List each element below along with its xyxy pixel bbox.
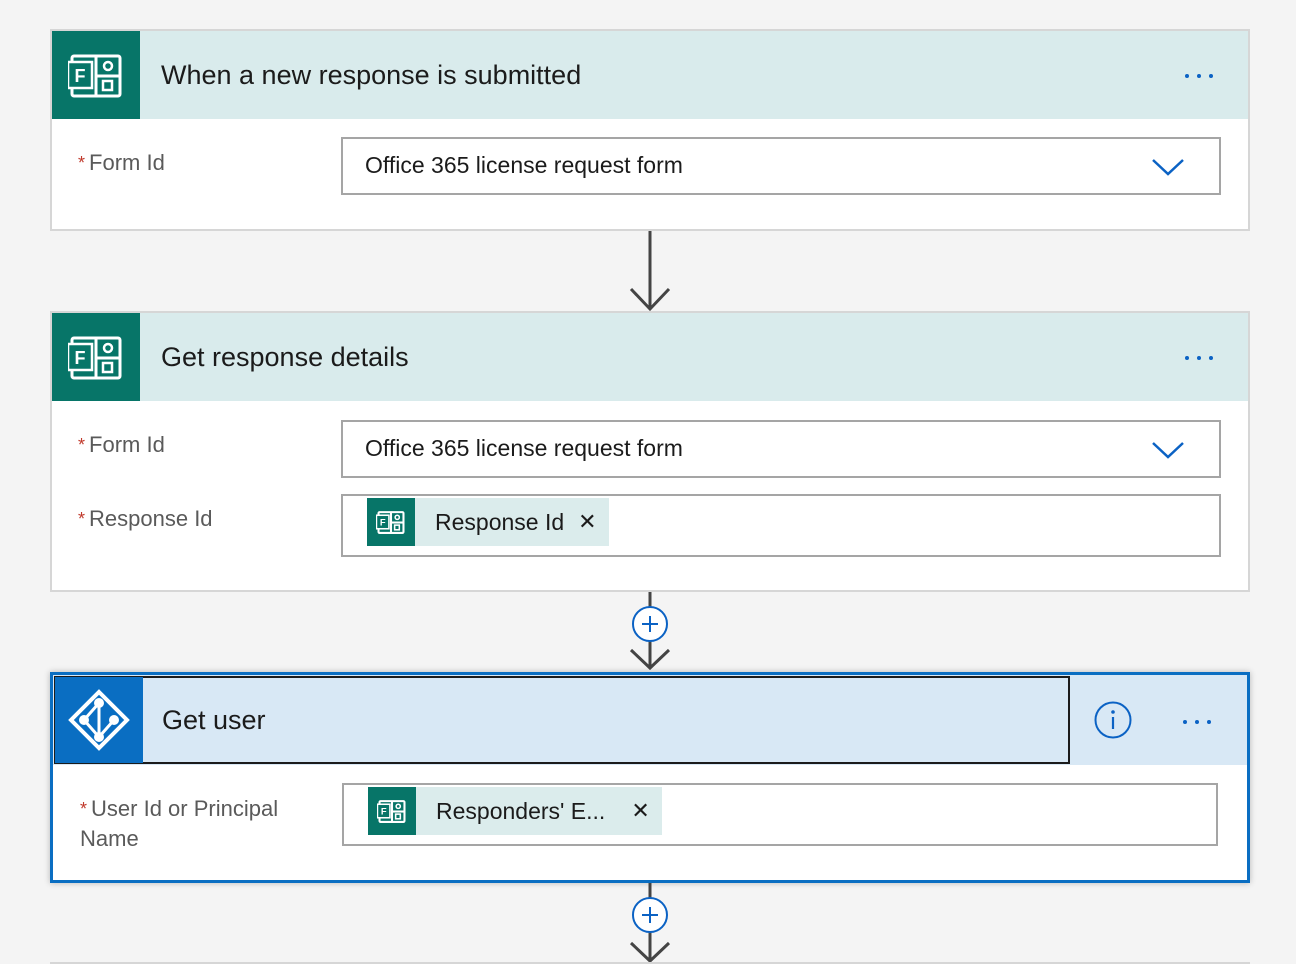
svg-text:F: F: [75, 66, 86, 86]
form-id-label: * Form Id: [78, 430, 165, 460]
token-label: Response Id: [435, 508, 565, 535]
microsoft-forms-icon: F: [52, 31, 140, 119]
dropdown-value: Office 365 license request form: [365, 435, 683, 461]
microsoft-forms-icon: F: [368, 787, 416, 835]
remove-token-icon[interactable]: ✕: [578, 509, 596, 535]
required-marker: *: [80, 799, 88, 819]
dynamic-content-token[interactable]: F Responders' E... ✕: [368, 787, 662, 835]
action-card-get-response-details[interactable]: F Get response details * Form Id Office 3…: [50, 311, 1250, 592]
token-label: Responders' E...: [436, 797, 606, 824]
step-title[interactable]: When a new response is submitted: [161, 60, 581, 91]
add-step-icon[interactable]: [632, 606, 668, 642]
form-id-label: * Form Id: [78, 148, 165, 178]
trigger-card-new-response[interactable]: F When a new response is submitted * Form…: [50, 29, 1250, 231]
arrow-down-icon: [629, 231, 671, 312]
form-id-dropdown[interactable]: Office 365 license request form: [341, 420, 1221, 478]
more-options-icon[interactable]: [1185, 74, 1213, 78]
required-marker: *: [78, 153, 86, 173]
info-icon[interactable]: [1094, 701, 1132, 739]
required-marker: *: [78, 435, 86, 455]
remove-token-icon[interactable]: ✕: [631, 798, 649, 824]
user-id-input[interactable]: F Responders' E... ✕: [342, 783, 1218, 846]
svg-text:F: F: [75, 348, 86, 368]
action-card-get-user[interactable]: Get user * User Id or Principal Name F R…: [50, 672, 1250, 883]
chevron-down-icon[interactable]: [1151, 157, 1185, 182]
microsoft-forms-icon: F: [367, 498, 415, 546]
user-id-label: * User Id or Principal Name: [80, 794, 310, 854]
trigger-card-header[interactable]: F When a new response is submitted: [52, 31, 1248, 119]
azure-ad-icon: [55, 677, 143, 763]
field-label-text: Response Id: [89, 506, 213, 531]
action-card-header[interactable]: Get user: [53, 675, 1247, 765]
field-label-text: User Id or Principal Name: [80, 796, 279, 851]
field-label-text: Form Id: [89, 150, 165, 175]
response-id-input[interactable]: F Response Id ✕: [341, 494, 1221, 557]
more-options-icon[interactable]: [1185, 356, 1213, 360]
more-options-icon[interactable]: [1183, 720, 1211, 724]
response-id-label: * Response Id: [78, 504, 213, 534]
step-title[interactable]: Get response details: [161, 342, 409, 373]
dynamic-content-token[interactable]: F Response Id ✕: [367, 498, 609, 546]
svg-text:F: F: [380, 518, 386, 528]
dropdown-value: Office 365 license request form: [365, 152, 683, 178]
add-step-icon[interactable]: [632, 897, 668, 933]
action-card-header[interactable]: F Get response details: [52, 313, 1248, 401]
step-title[interactable]: Get user: [162, 705, 266, 736]
svg-text:F: F: [381, 807, 387, 817]
field-label-text: Form Id: [89, 432, 165, 457]
form-id-dropdown[interactable]: Office 365 license request form: [341, 137, 1221, 195]
chevron-down-icon[interactable]: [1151, 440, 1185, 465]
required-marker: *: [78, 509, 86, 529]
microsoft-forms-icon: F: [52, 313, 140, 401]
